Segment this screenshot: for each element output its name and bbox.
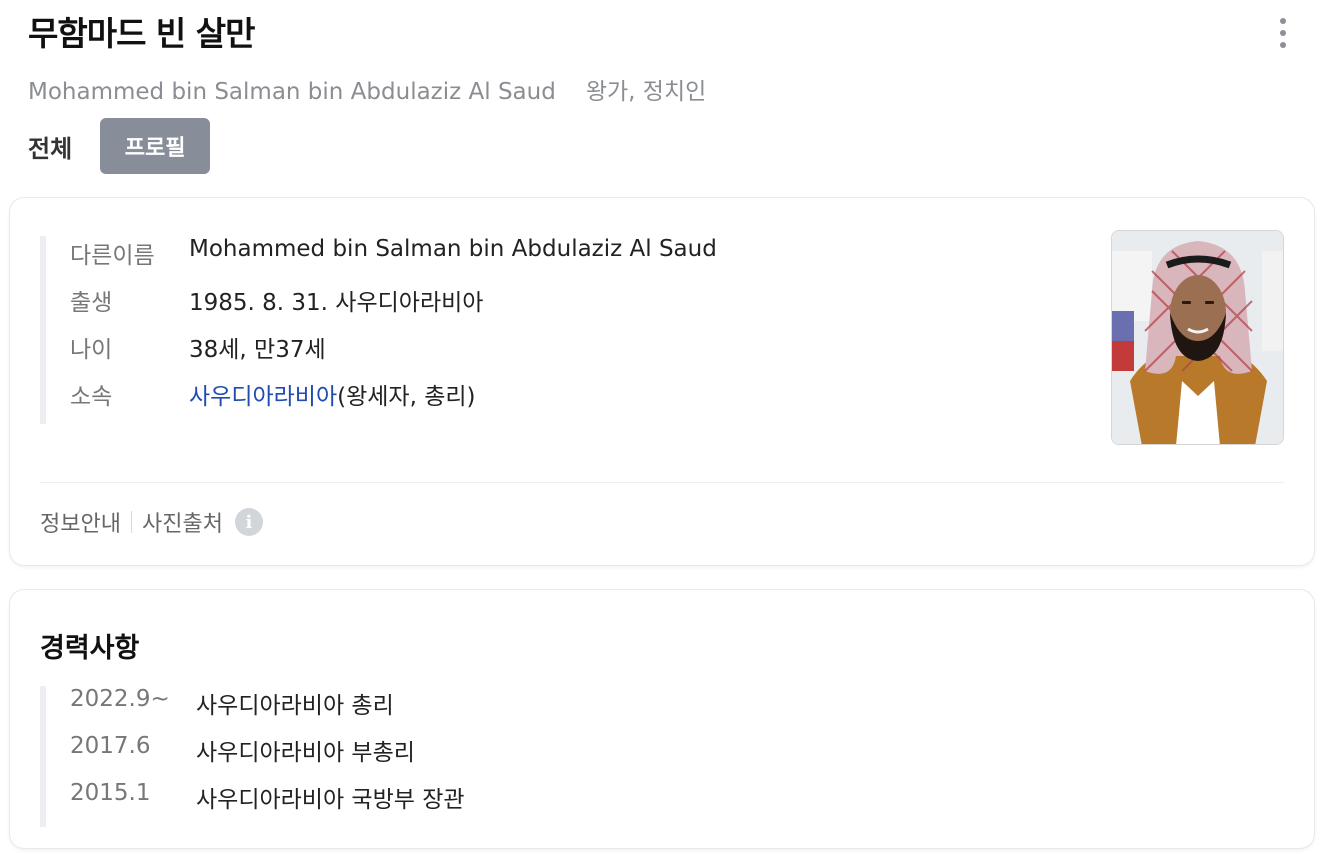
photo-source-link[interactable]: 사진출처 — [142, 506, 223, 538]
tab-bar: 전체 프로필 — [28, 118, 211, 174]
affiliation-link[interactable]: 사우디아라비아 — [189, 384, 337, 410]
info-row-affiliation: 소속 사우디아라비아(왕세자, 총리) — [70, 377, 717, 424]
info-key: 소속 — [70, 384, 113, 410]
profile-card: 다른이름 Mohammed bin Salman bin Abdulaziz A… — [10, 198, 1314, 565]
portrait-image — [1112, 231, 1283, 444]
career-date: 2022.9~ — [70, 686, 170, 712]
footer-separator — [130, 511, 132, 533]
info-value: 38세, 만37세 — [189, 337, 326, 363]
profile-photo[interactable] — [1111, 230, 1284, 445]
career-date: 2017.6 — [70, 733, 151, 759]
career-card: 경력사항 2022.9~ 사우디아라비아 총리 2017.6 사우디아라비아 부… — [10, 590, 1314, 848]
tab-profile[interactable]: 프로필 — [100, 118, 211, 174]
occupation: 왕가, 정치인 — [585, 79, 707, 105]
career-row: 2022.9~ 사우디아라비아 총리 — [70, 686, 465, 733]
subtitle-line: Mohammed bin Salman bin Abdulaziz Al Sau… — [28, 72, 706, 106]
info-row-alias: 다른이름 Mohammed bin Salman bin Abdulaziz A… — [70, 236, 717, 283]
info-icon[interactable]: i — [234, 508, 263, 536]
profile-footer: 정보안내 사진출처 i — [40, 506, 263, 538]
info-key: 출생 — [70, 290, 113, 316]
page-header: 무함마드 빈 살만 — [28, 12, 1306, 56]
page-title: 무함마드 빈 살만 — [28, 14, 256, 53]
career-row: 2015.1 사우디아라비아 국방부 장관 — [70, 780, 465, 827]
info-key: 나이 — [70, 337, 113, 363]
career-row: 2017.6 사우디아라비아 부총리 — [70, 733, 465, 780]
affiliation-role: (왕세자, 총리) — [337, 384, 476, 410]
info-row-birth: 출생 1985. 8. 31. 사우디아라비아 — [70, 283, 717, 330]
tab-all[interactable]: 전체 — [28, 129, 72, 164]
profile-info-list: 다른이름 Mohammed bin Salman bin Abdulaziz A… — [40, 236, 717, 424]
english-name: Mohammed bin Salman bin Abdulaziz Al Sau… — [28, 79, 556, 105]
more-options-icon[interactable] — [1276, 18, 1290, 48]
info-value: 1985. 8. 31. 사우디아라비아 — [189, 290, 484, 316]
info-key: 다른이름 — [70, 243, 155, 269]
info-value: Mohammed bin Salman bin Abdulaziz Al Sau… — [189, 236, 717, 262]
career-list: 2022.9~ 사우디아라비아 총리 2017.6 사우디아라비아 부총리 20… — [40, 686, 465, 827]
career-text: 사우디아라비아 국방부 장관 — [196, 787, 465, 813]
career-title: 경력사항 — [40, 633, 140, 664]
info-row-age: 나이 38세, 만37세 — [70, 330, 717, 377]
career-text: 사우디아라비아 부총리 — [196, 740, 415, 766]
career-date: 2015.1 — [70, 780, 151, 806]
info-guide-link[interactable]: 정보안내 — [40, 506, 121, 538]
career-text: 사우디아라비아 총리 — [196, 693, 394, 719]
info-value: 사우디아라비아(왕세자, 총리) — [189, 377, 476, 411]
card-divider — [40, 482, 1284, 483]
